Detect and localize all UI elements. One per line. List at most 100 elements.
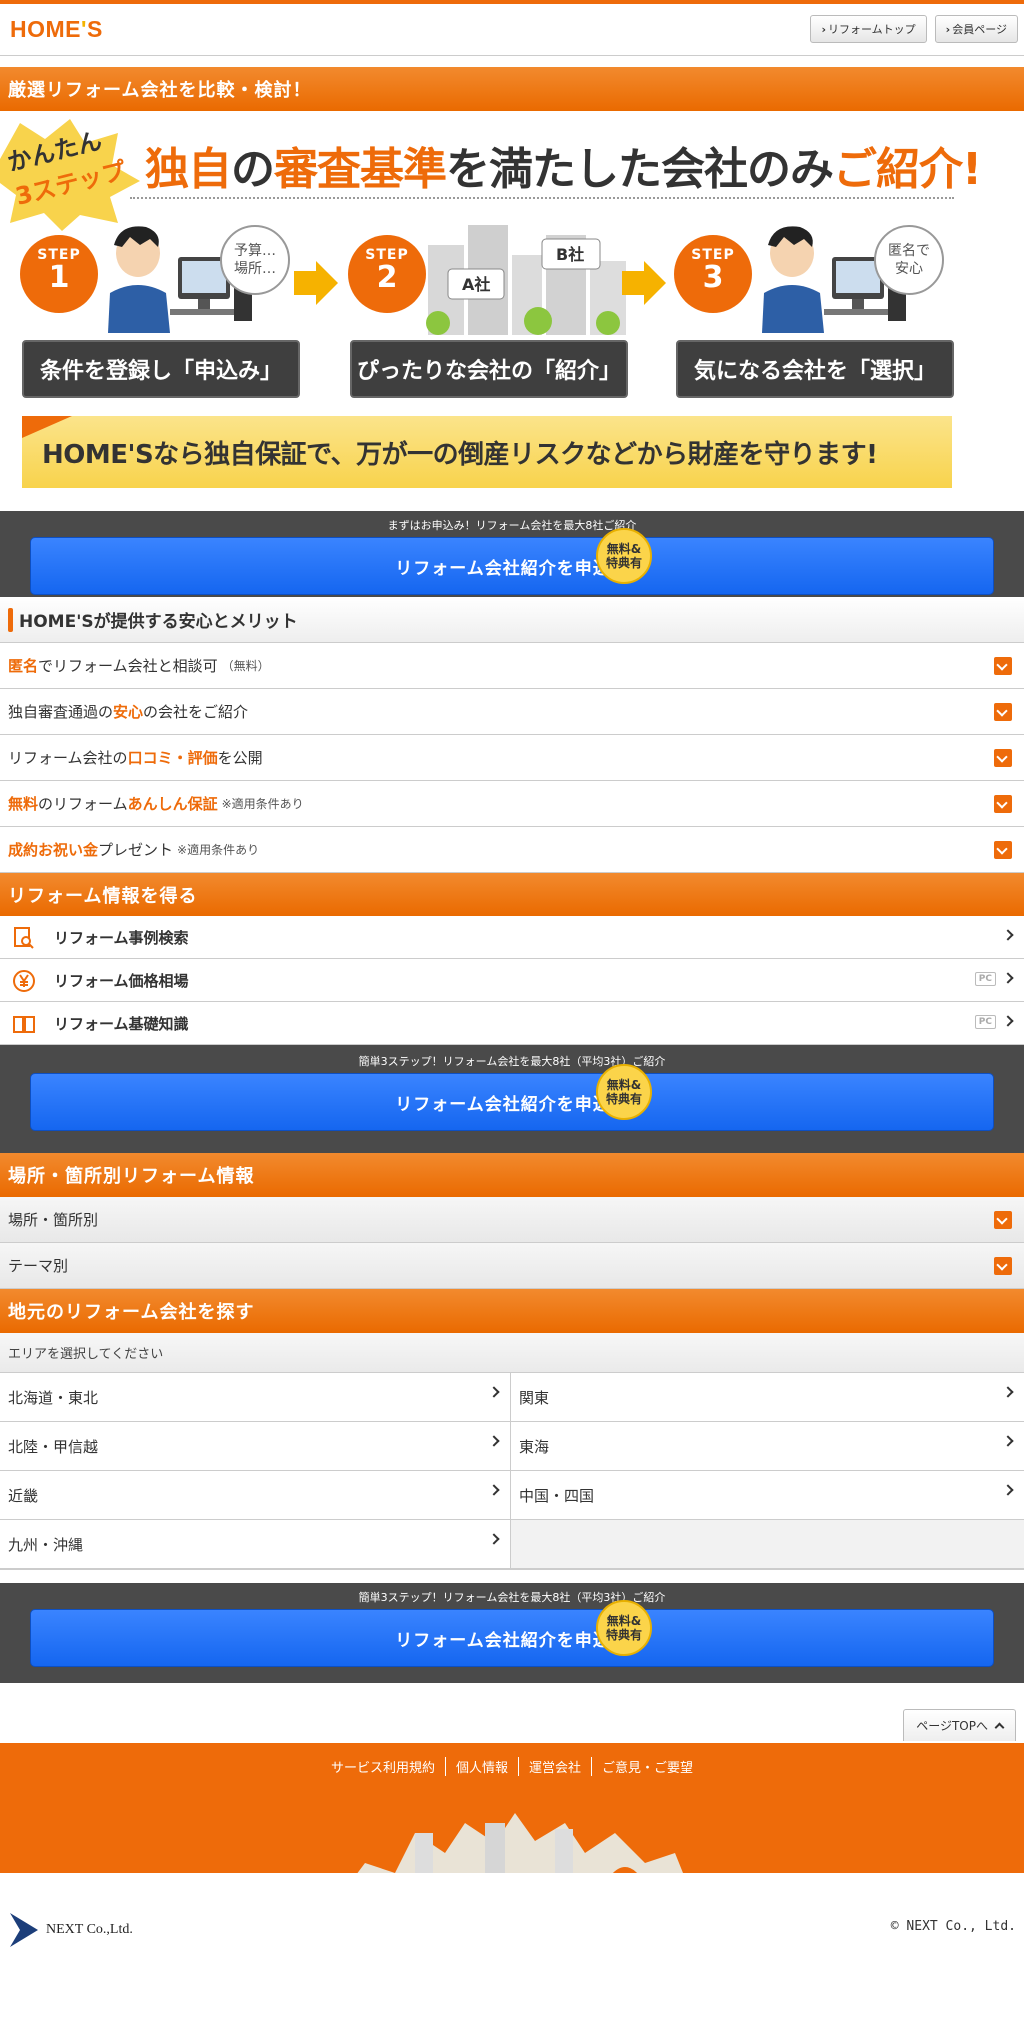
homes-logo[interactable]: HOME'S bbox=[10, 16, 103, 43]
chevron-down-icon[interactable] bbox=[994, 703, 1012, 721]
footer-link-company[interactable]: 運営会社 bbox=[519, 1757, 593, 1776]
steps-hero: かんたん 3ステップ 独自の審査基準を満たした会社のみご紹介! STEP 1 予算… bbox=[0, 111, 1024, 511]
arrow-right-icon bbox=[644, 261, 666, 305]
region-kanto[interactable]: 関東 bbox=[511, 1373, 1024, 1422]
step-1-label: 条件を登録し「申込み」 bbox=[22, 340, 300, 398]
region-hokkaido-tohoku[interactable]: 北海道・東北 bbox=[0, 1373, 511, 1422]
region-chugoku-shikoku[interactable]: 中国・四国 bbox=[511, 1471, 1024, 1520]
merit-note: ※適用条件あり bbox=[177, 843, 260, 857]
place-item-theme[interactable]: テーマ別 bbox=[0, 1243, 1024, 1289]
city-buildings-icon: A社 B社 bbox=[426, 225, 626, 335]
step-3-circle: STEP 3 bbox=[674, 235, 752, 313]
chevron-right-icon: › bbox=[821, 22, 826, 36]
guarantee-banner: HOME'Sなら独自保証で、万が一の倒産リスクなどから財産を守ります! bbox=[22, 416, 952, 488]
merit-item-reviews[interactable]: リフォーム会社の 口コミ・評価 を公開 bbox=[0, 735, 1024, 781]
step-2-label: ぴったりな会社の「紹介」 bbox=[350, 340, 628, 398]
apply-reform-button[interactable]: リフォーム会社紹介を申込む 無料& 特典有 bbox=[30, 528, 994, 595]
merit-text: の会社をご紹介 bbox=[143, 703, 249, 721]
title-part-criteria: 審査基準 bbox=[274, 144, 447, 195]
place-item-location[interactable]: 場所・箇所別 bbox=[0, 1197, 1024, 1243]
reform-top-button[interactable]: › リフォームトップ bbox=[810, 15, 927, 43]
step-2: A社 B社 STEP 2 ぴったりな会社の「紹介」 bbox=[348, 215, 638, 405]
region-label: 北海道・東北 bbox=[8, 1388, 99, 1407]
chevron-down-icon[interactable] bbox=[994, 657, 1012, 675]
chevron-right-icon bbox=[488, 1484, 500, 1496]
info-label: リフォーム事例検索 bbox=[54, 928, 189, 947]
region-label: 関東 bbox=[519, 1388, 550, 1407]
apply-reform-button[interactable]: リフォーム会社紹介を申込む 無料& 特典有 bbox=[30, 1600, 994, 1667]
merit-item-guarantee[interactable]: 無料 のリフォーム あんしん保証 ※適用条件あり bbox=[0, 781, 1024, 827]
region-label: 中国・四国 bbox=[519, 1486, 595, 1505]
dotted-divider bbox=[130, 197, 954, 199]
merit-text: リフォーム会社の bbox=[8, 749, 128, 767]
pc-tag: PC bbox=[974, 972, 996, 986]
place-heading: 場所・箇所別リフォーム情報 bbox=[0, 1153, 1024, 1197]
merit-text: 独自審査通過の bbox=[8, 703, 114, 721]
step-1-circle: STEP 1 bbox=[20, 235, 98, 313]
apply-reform-button[interactable]: リフォーム会社紹介を申込む 無料& 特典有 bbox=[30, 1064, 994, 1131]
info-item-basics[interactable]: リフォーム基礎知識 PC bbox=[0, 1002, 1024, 1045]
merit-text: を公開 bbox=[217, 749, 263, 767]
hero-title: 独自の審査基準を満たした会社のみご紹介! bbox=[145, 133, 982, 197]
chevron-right-icon bbox=[1002, 929, 1014, 941]
area-heading: 地元のリフォーム会社を探す bbox=[0, 1289, 1024, 1333]
footer-link-privacy[interactable]: 個人情報 bbox=[446, 1757, 519, 1776]
chevron-down-icon[interactable] bbox=[994, 1257, 1012, 1275]
book-icon bbox=[13, 1016, 35, 1033]
free-bonus-badge: 無料& 特典有 bbox=[596, 1600, 652, 1656]
member-page-label: 会員ページ bbox=[952, 23, 1007, 36]
chevron-right-icon: › bbox=[945, 22, 951, 36]
step-2-circle: STEP 2 bbox=[348, 235, 426, 313]
merit-note: ※適用条件あり bbox=[221, 797, 304, 811]
merit-highlight: 成約お祝い金 bbox=[8, 841, 99, 859]
merit-item-gift[interactable]: 成約お祝い金 プレゼント ※適用条件あり bbox=[0, 827, 1024, 873]
free-bonus-badge: 無料& 特典有 bbox=[596, 528, 652, 584]
chevron-down-icon[interactable] bbox=[994, 1211, 1012, 1229]
page-top-button[interactable]: ページTOPへ bbox=[903, 1709, 1016, 1741]
region-label: 東海 bbox=[519, 1437, 550, 1456]
step-2-number: 2 bbox=[376, 260, 398, 295]
guarantee-text: HOME'Sなら独自保証で、万が一の倒産リスクなどから財産を守ります! bbox=[42, 439, 878, 470]
title-part-unique: 独自 bbox=[145, 144, 232, 195]
reform-top-label: リフォームトップ bbox=[828, 23, 916, 36]
merit-note: （無料） bbox=[221, 659, 270, 673]
copyright: © NEXT Co., Ltd. bbox=[890, 1919, 1016, 1934]
info-label: リフォーム基礎知識 bbox=[54, 1014, 189, 1033]
step-3-label: 気になる会社を「選択」 bbox=[676, 340, 954, 398]
chevron-down-icon[interactable] bbox=[994, 795, 1012, 813]
place-label: テーマ別 bbox=[8, 1257, 69, 1275]
cta-block-2: 簡単3ステップ！リフォーム会社を最大8社（平均3社）ご紹介 リフォーム会社紹介を… bbox=[0, 1045, 1024, 1153]
merit-item-screening[interactable]: 独自審査通過の 安心 の会社をご紹介 bbox=[0, 689, 1024, 735]
info-label: リフォーム価格相場 bbox=[54, 971, 189, 990]
step-1-number: 1 bbox=[48, 260, 70, 295]
chevron-down-icon[interactable] bbox=[994, 749, 1012, 767]
chevron-right-icon bbox=[488, 1533, 500, 1545]
arrow-1-stem bbox=[294, 271, 316, 295]
region-kinki[interactable]: 近畿 bbox=[0, 1471, 511, 1520]
chevron-right-icon bbox=[1002, 1484, 1014, 1496]
chevron-down-icon[interactable] bbox=[994, 841, 1012, 859]
footer-bottom: NEXT Co.,Ltd. © NEXT Co., Ltd. bbox=[0, 1873, 1024, 1953]
cta-block-3: 簡単3ステップ！リフォーム会社を最大8社（平均3社）ご紹介 リフォーム会社紹介を… bbox=[0, 1583, 1024, 1683]
company-a-label: A社 bbox=[462, 275, 490, 294]
footer-link-feedback[interactable]: ご意見・ご要望 bbox=[592, 1757, 703, 1776]
region-tokai[interactable]: 東海 bbox=[511, 1422, 1024, 1471]
region-kyushu-okinawa[interactable]: 九州・沖縄 bbox=[0, 1520, 511, 1569]
region-empty-cell bbox=[511, 1520, 1024, 1569]
info-item-price[interactable]: リフォーム価格相場 PC bbox=[0, 959, 1024, 1002]
footer-link-terms[interactable]: サービス利用規約 bbox=[321, 1757, 446, 1776]
step-1: STEP 1 予算… 場所… 条件を登録し「申込み」 bbox=[20, 215, 310, 405]
arrow-2-stem bbox=[622, 271, 644, 295]
region-hokuriku[interactable]: 北陸・甲信越 bbox=[0, 1422, 511, 1471]
footer: サービス利用規約 個人情報 運営会社 ご意見・ご要望 bbox=[0, 1743, 1024, 1933]
cta-caption: 簡単3ステップ！リフォーム会社を最大8社（平均3社）ご紹介 bbox=[358, 1055, 666, 1068]
info-item-case-search[interactable]: リフォーム事例検索 bbox=[0, 916, 1024, 959]
pc-tag: PC bbox=[974, 1015, 996, 1029]
cta-caption: 簡単3ステップ！リフォーム会社を最大8社（平均3社）ご紹介 bbox=[358, 1591, 666, 1604]
footer-links: サービス利用規約 個人情報 運営会社 ご意見・ご要望 bbox=[0, 1757, 1024, 1776]
title-part-introduce: ご紹介! bbox=[833, 144, 982, 195]
title-part-no: の bbox=[231, 144, 275, 195]
merit-item-anonymous[interactable]: 匿名 でリフォーム会社と相談可 （無料） bbox=[0, 643, 1024, 689]
chevron-up-icon bbox=[994, 1722, 1005, 1733]
member-page-button[interactable]: › 会員ページ bbox=[934, 15, 1018, 43]
